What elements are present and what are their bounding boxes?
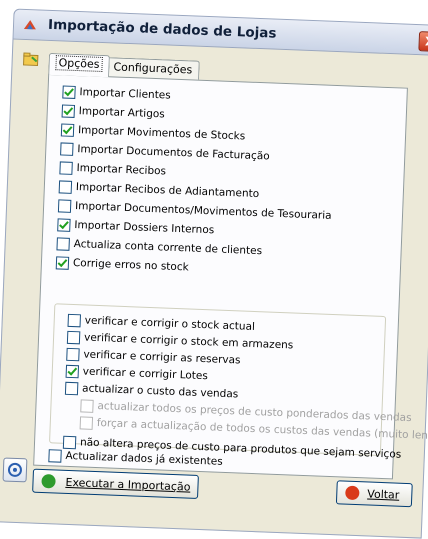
back-button[interactable]: Voltar bbox=[335, 480, 413, 508]
option-1[interactable]: Importar Artigos bbox=[61, 102, 165, 122]
option-6-checkbox[interactable] bbox=[57, 198, 72, 213]
side-tool-button[interactable] bbox=[2, 457, 28, 483]
stock-option-3-label: verificar e corrigir Lotes bbox=[82, 365, 209, 383]
option-0-label: Importar Clientes bbox=[79, 86, 171, 102]
check-icon bbox=[41, 473, 56, 489]
stock-option-1-checkbox[interactable] bbox=[66, 330, 81, 344]
refresh-icon bbox=[7, 462, 22, 477]
option-2-checkbox[interactable] bbox=[60, 122, 75, 137]
stock-option-2-checkbox[interactable] bbox=[66, 347, 80, 361]
option-9-label: Corrige erros no stock bbox=[72, 256, 189, 274]
option-7[interactable]: Importar Dossiers Internos bbox=[57, 216, 214, 238]
back-label: Voltar bbox=[367, 486, 400, 502]
option-9[interactable]: Corrige erros no stock bbox=[55, 254, 189, 275]
app-icon bbox=[23, 20, 36, 30]
option-4-label: Importar Recibos bbox=[76, 162, 167, 178]
tab-opcoes-label: Opções bbox=[55, 55, 103, 72]
cancel-icon bbox=[345, 485, 360, 501]
tab-configuracoes-label: Configurações bbox=[113, 60, 193, 77]
option-7-label: Importar Dossiers Internos bbox=[74, 219, 215, 237]
option-4[interactable]: Importar Recibos bbox=[59, 159, 166, 179]
stock-option-6-checkbox bbox=[79, 415, 94, 430]
update-existing-checkbox[interactable] bbox=[48, 448, 62, 463]
execute-import-button[interactable]: Executar a Importação bbox=[32, 468, 199, 499]
stock-option-4-checkbox[interactable] bbox=[64, 381, 79, 395]
option-0[interactable]: Importar Clientes bbox=[62, 83, 171, 103]
stock-option-3-checkbox[interactable] bbox=[65, 364, 80, 378]
option-2-label: Importar Movimentos de Stocks bbox=[77, 124, 246, 143]
import-dialog: Importação de dados de Lojas X Opções Co… bbox=[0, 0, 428, 539]
options-panel: Importar Clientes Importar Artigos Importa… bbox=[33, 73, 428, 480]
option-8-label: Actualiza conta corrente de clientes bbox=[73, 238, 263, 258]
option-7-checkbox[interactable] bbox=[57, 217, 71, 232]
stock-option-5-checkbox bbox=[80, 398, 94, 413]
folder-icon bbox=[23, 52, 39, 67]
tab-strip: Opções Configurações bbox=[48, 52, 200, 80]
stock-option-7-checkbox[interactable] bbox=[62, 435, 77, 449]
option-0-checkbox[interactable] bbox=[62, 84, 76, 99]
option-5-label: Importar Recibos de Adiantamento bbox=[75, 181, 260, 201]
option-3-label: Importar Documentos de Facturação bbox=[77, 143, 270, 163]
option-8-checkbox[interactable] bbox=[56, 236, 70, 251]
option-4-checkbox[interactable] bbox=[59, 160, 73, 175]
update-existing-label: Actualizar dados já existentes bbox=[65, 449, 223, 468]
window-title: Importação de dados de Lojas bbox=[47, 16, 277, 42]
close-button[interactable]: X bbox=[418, 31, 428, 52]
tab-opcoes[interactable]: Opções bbox=[48, 52, 110, 78]
option-1-checkbox[interactable] bbox=[61, 103, 76, 118]
option-3-checkbox[interactable] bbox=[60, 141, 74, 156]
option-9-checkbox[interactable] bbox=[55, 255, 70, 270]
stock-option-0-checkbox[interactable] bbox=[67, 313, 82, 327]
dialog-body: Opções Configurações Importar Clientes Im… bbox=[0, 38, 428, 539]
execute-import-label: Executar a Importação bbox=[65, 475, 191, 494]
option-1-label: Importar Artigos bbox=[78, 105, 165, 121]
option-5-checkbox[interactable] bbox=[58, 179, 73, 194]
